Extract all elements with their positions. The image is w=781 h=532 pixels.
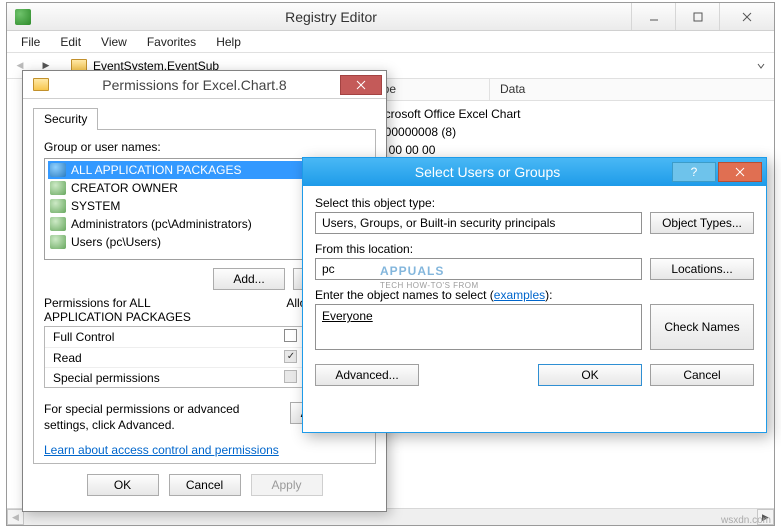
folder-icon (33, 78, 49, 91)
menu-edit[interactable]: Edit (52, 33, 89, 51)
value-data-cell: Microsoft Office Excel Chart (362, 107, 774, 121)
object-types-button[interactable]: Object Types... (650, 212, 754, 234)
close-button[interactable] (719, 3, 774, 30)
nav-dropdown-icon[interactable] (750, 55, 772, 77)
select-users-groups-dialog: Select Users or Groups ? Select this obj… (302, 157, 767, 433)
ok-button[interactable]: OK (87, 474, 159, 496)
check-names-button[interactable]: Check Names (650, 304, 754, 350)
group-icon (50, 235, 66, 249)
sug-titlebar: Select Users or Groups ? (303, 158, 766, 186)
ok-button[interactable]: OK (538, 364, 642, 386)
names-label-text: Enter the object names to select ( (315, 288, 494, 302)
list-item-label: Administrators (pc\Administrators) (71, 217, 252, 231)
names-label-text-2: ): (545, 288, 552, 302)
help-button[interactable]: ? (672, 162, 716, 182)
perm-name: Read (53, 351, 268, 365)
perm-name: Full Control (53, 330, 268, 344)
menu-favorites[interactable]: Favorites (139, 33, 204, 51)
object-type-label: Select this object type: (315, 196, 754, 210)
location-label: From this location: (315, 242, 754, 256)
permissions-for-label: APPLICATION PACKAGES (44, 310, 191, 324)
advanced-button[interactable]: Advanced... (315, 364, 419, 386)
allow-checkbox[interactable] (284, 350, 297, 363)
menu-view[interactable]: View (93, 33, 135, 51)
package-icon (50, 163, 66, 177)
location-value: pc (322, 262, 335, 276)
allow-checkbox (284, 370, 297, 383)
apply-button[interactable]: Apply (251, 474, 323, 496)
object-names-input[interactable]: Everyone (315, 304, 642, 350)
object-type-value: Users, Groups, or Built-in security prin… (322, 216, 555, 230)
col-data[interactable]: Data (490, 79, 774, 100)
close-button[interactable] (718, 162, 762, 182)
group-user-names-label: Group or user names: (44, 140, 365, 154)
menu-file[interactable]: File (13, 33, 48, 51)
allow-checkbox[interactable] (284, 329, 297, 342)
perm-titlebar: Permissions for Excel.Chart.8 (23, 71, 386, 99)
locations-button[interactable]: Locations... (650, 258, 754, 280)
permissions-for-label: Permissions for ALL (44, 296, 151, 310)
tab-security[interactable]: Security (33, 108, 98, 130)
regedit-title: Registry Editor (31, 9, 631, 25)
sug-title: Select Users or Groups (303, 164, 672, 180)
location-field: pc (315, 258, 642, 280)
examples-link[interactable]: examples (494, 288, 545, 302)
user-icon (50, 199, 66, 213)
object-type-field: Users, Groups, or Built-in security prin… (315, 212, 642, 234)
perm-title: Permissions for Excel.Chart.8 (49, 77, 340, 93)
perm-name: Special permissions (53, 371, 268, 385)
group-icon (50, 217, 66, 231)
cancel-button[interactable]: Cancel (650, 364, 754, 386)
list-item-label: Users (pc\Users) (71, 235, 161, 249)
advanced-note: For special permissions or advanced sett… (44, 402, 280, 433)
minimize-button[interactable] (631, 3, 675, 30)
list-item-label: SYSTEM (71, 199, 120, 213)
close-button[interactable] (340, 75, 382, 95)
list-item-label: ALL APPLICATION PACKAGES (71, 163, 242, 177)
credit-text: wsxdn.com (721, 515, 771, 526)
learn-more-link[interactable]: Learn about access control and permissio… (44, 443, 279, 457)
menu-bar: File Edit View Favorites Help (7, 31, 774, 53)
menu-help[interactable]: Help (208, 33, 249, 51)
regedit-app-icon (15, 9, 31, 25)
user-icon (50, 181, 66, 195)
add-button[interactable]: Add... (213, 268, 285, 290)
object-names-label: Enter the object names to select (exampl… (315, 288, 754, 302)
value-data-cell: 00 00 00 00 (362, 143, 774, 157)
list-item-label: CREATOR OWNER (71, 181, 178, 195)
value-data-cell: 0x00000008 (8) (362, 125, 774, 139)
cancel-button[interactable]: Cancel (169, 474, 241, 496)
regedit-titlebar: Registry Editor (7, 3, 774, 31)
maximize-button[interactable] (675, 3, 719, 30)
